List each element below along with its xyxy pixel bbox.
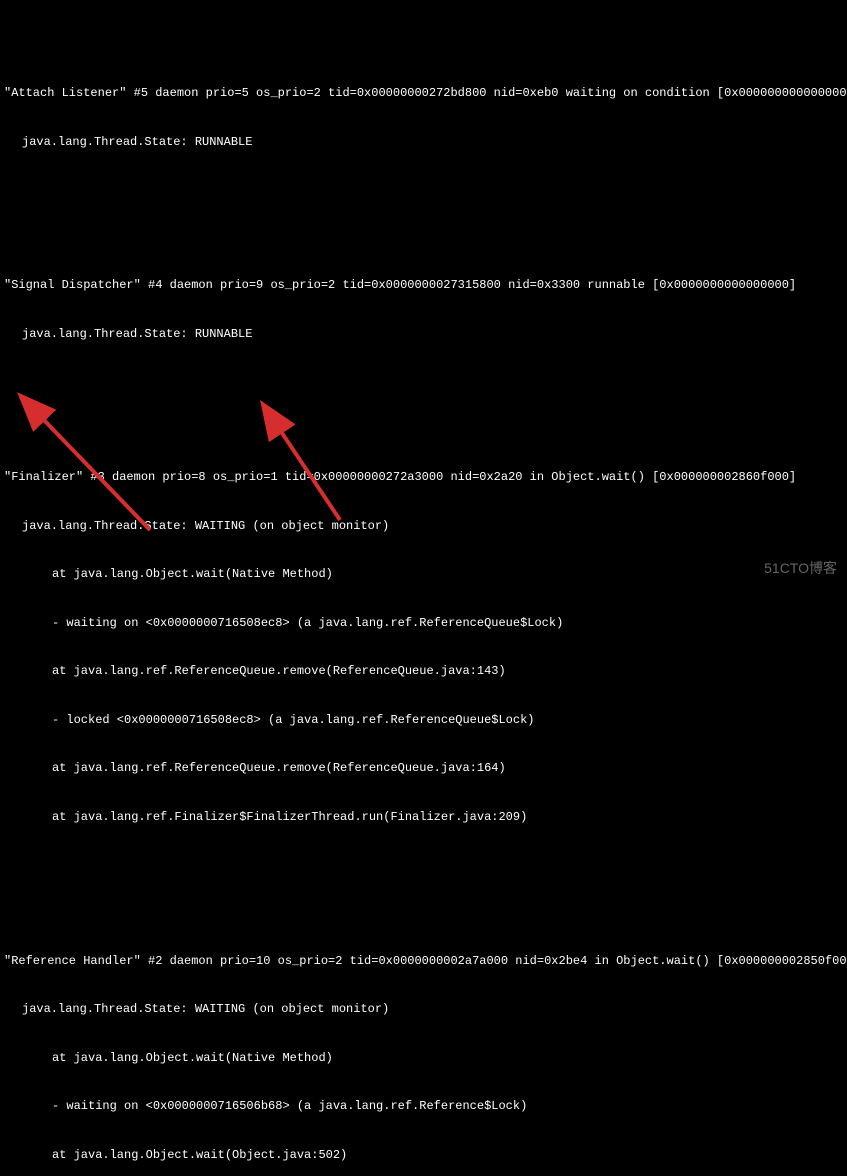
stack-frame: - waiting on <0x0000000716506b68> (a jav… (4, 1098, 843, 1114)
thread-header: "Finalizer" #3 daemon prio=8 os_prio=1 t… (4, 469, 843, 485)
thread-header: "Signal Dispatcher" #4 daemon prio=9 os_… (4, 277, 843, 293)
stack-frame: at java.lang.Object.wait(Object.java:502… (4, 1147, 843, 1163)
thread-state: java.lang.Thread.State: RUNNABLE (4, 134, 843, 150)
thread-block: "Attach Listener" #5 daemon prio=5 os_pr… (4, 53, 843, 183)
watermark: 51CTO博客 (764, 559, 837, 578)
stack-frame: - waiting on <0x0000000716508ec8> (a jav… (4, 615, 843, 631)
stack-frame: - locked <0x0000000716508ec8> (a java.la… (4, 712, 843, 728)
thread-state: java.lang.Thread.State: WAITING (on obje… (4, 1001, 843, 1017)
stack-frame: at java.lang.ref.ReferenceQueue.remove(R… (4, 663, 843, 679)
stack-frame: at java.lang.ref.ReferenceQueue.remove(R… (4, 760, 843, 776)
stack-frame: at java.lang.Object.wait(Native Method) (4, 566, 843, 582)
thread-block: "Reference Handler" #2 daemon prio=10 os… (4, 920, 843, 1176)
thread-block: "Signal Dispatcher" #4 daemon prio=9 os_… (4, 245, 843, 375)
thread-block: "Finalizer" #3 daemon prio=8 os_prio=1 t… (4, 437, 843, 858)
thread-state: java.lang.Thread.State: WAITING (on obje… (4, 518, 843, 534)
thread-header: "Reference Handler" #2 daemon prio=10 os… (4, 953, 843, 969)
thread-state: java.lang.Thread.State: RUNNABLE (4, 326, 843, 342)
stack-frame: at java.lang.Object.wait(Native Method) (4, 1050, 843, 1066)
terminal-output: "Attach Listener" #5 daemon prio=5 os_pr… (4, 4, 843, 1176)
thread-header: "Attach Listener" #5 daemon prio=5 os_pr… (4, 85, 843, 101)
stack-frame: at java.lang.ref.Finalizer$FinalizerThre… (4, 809, 843, 825)
